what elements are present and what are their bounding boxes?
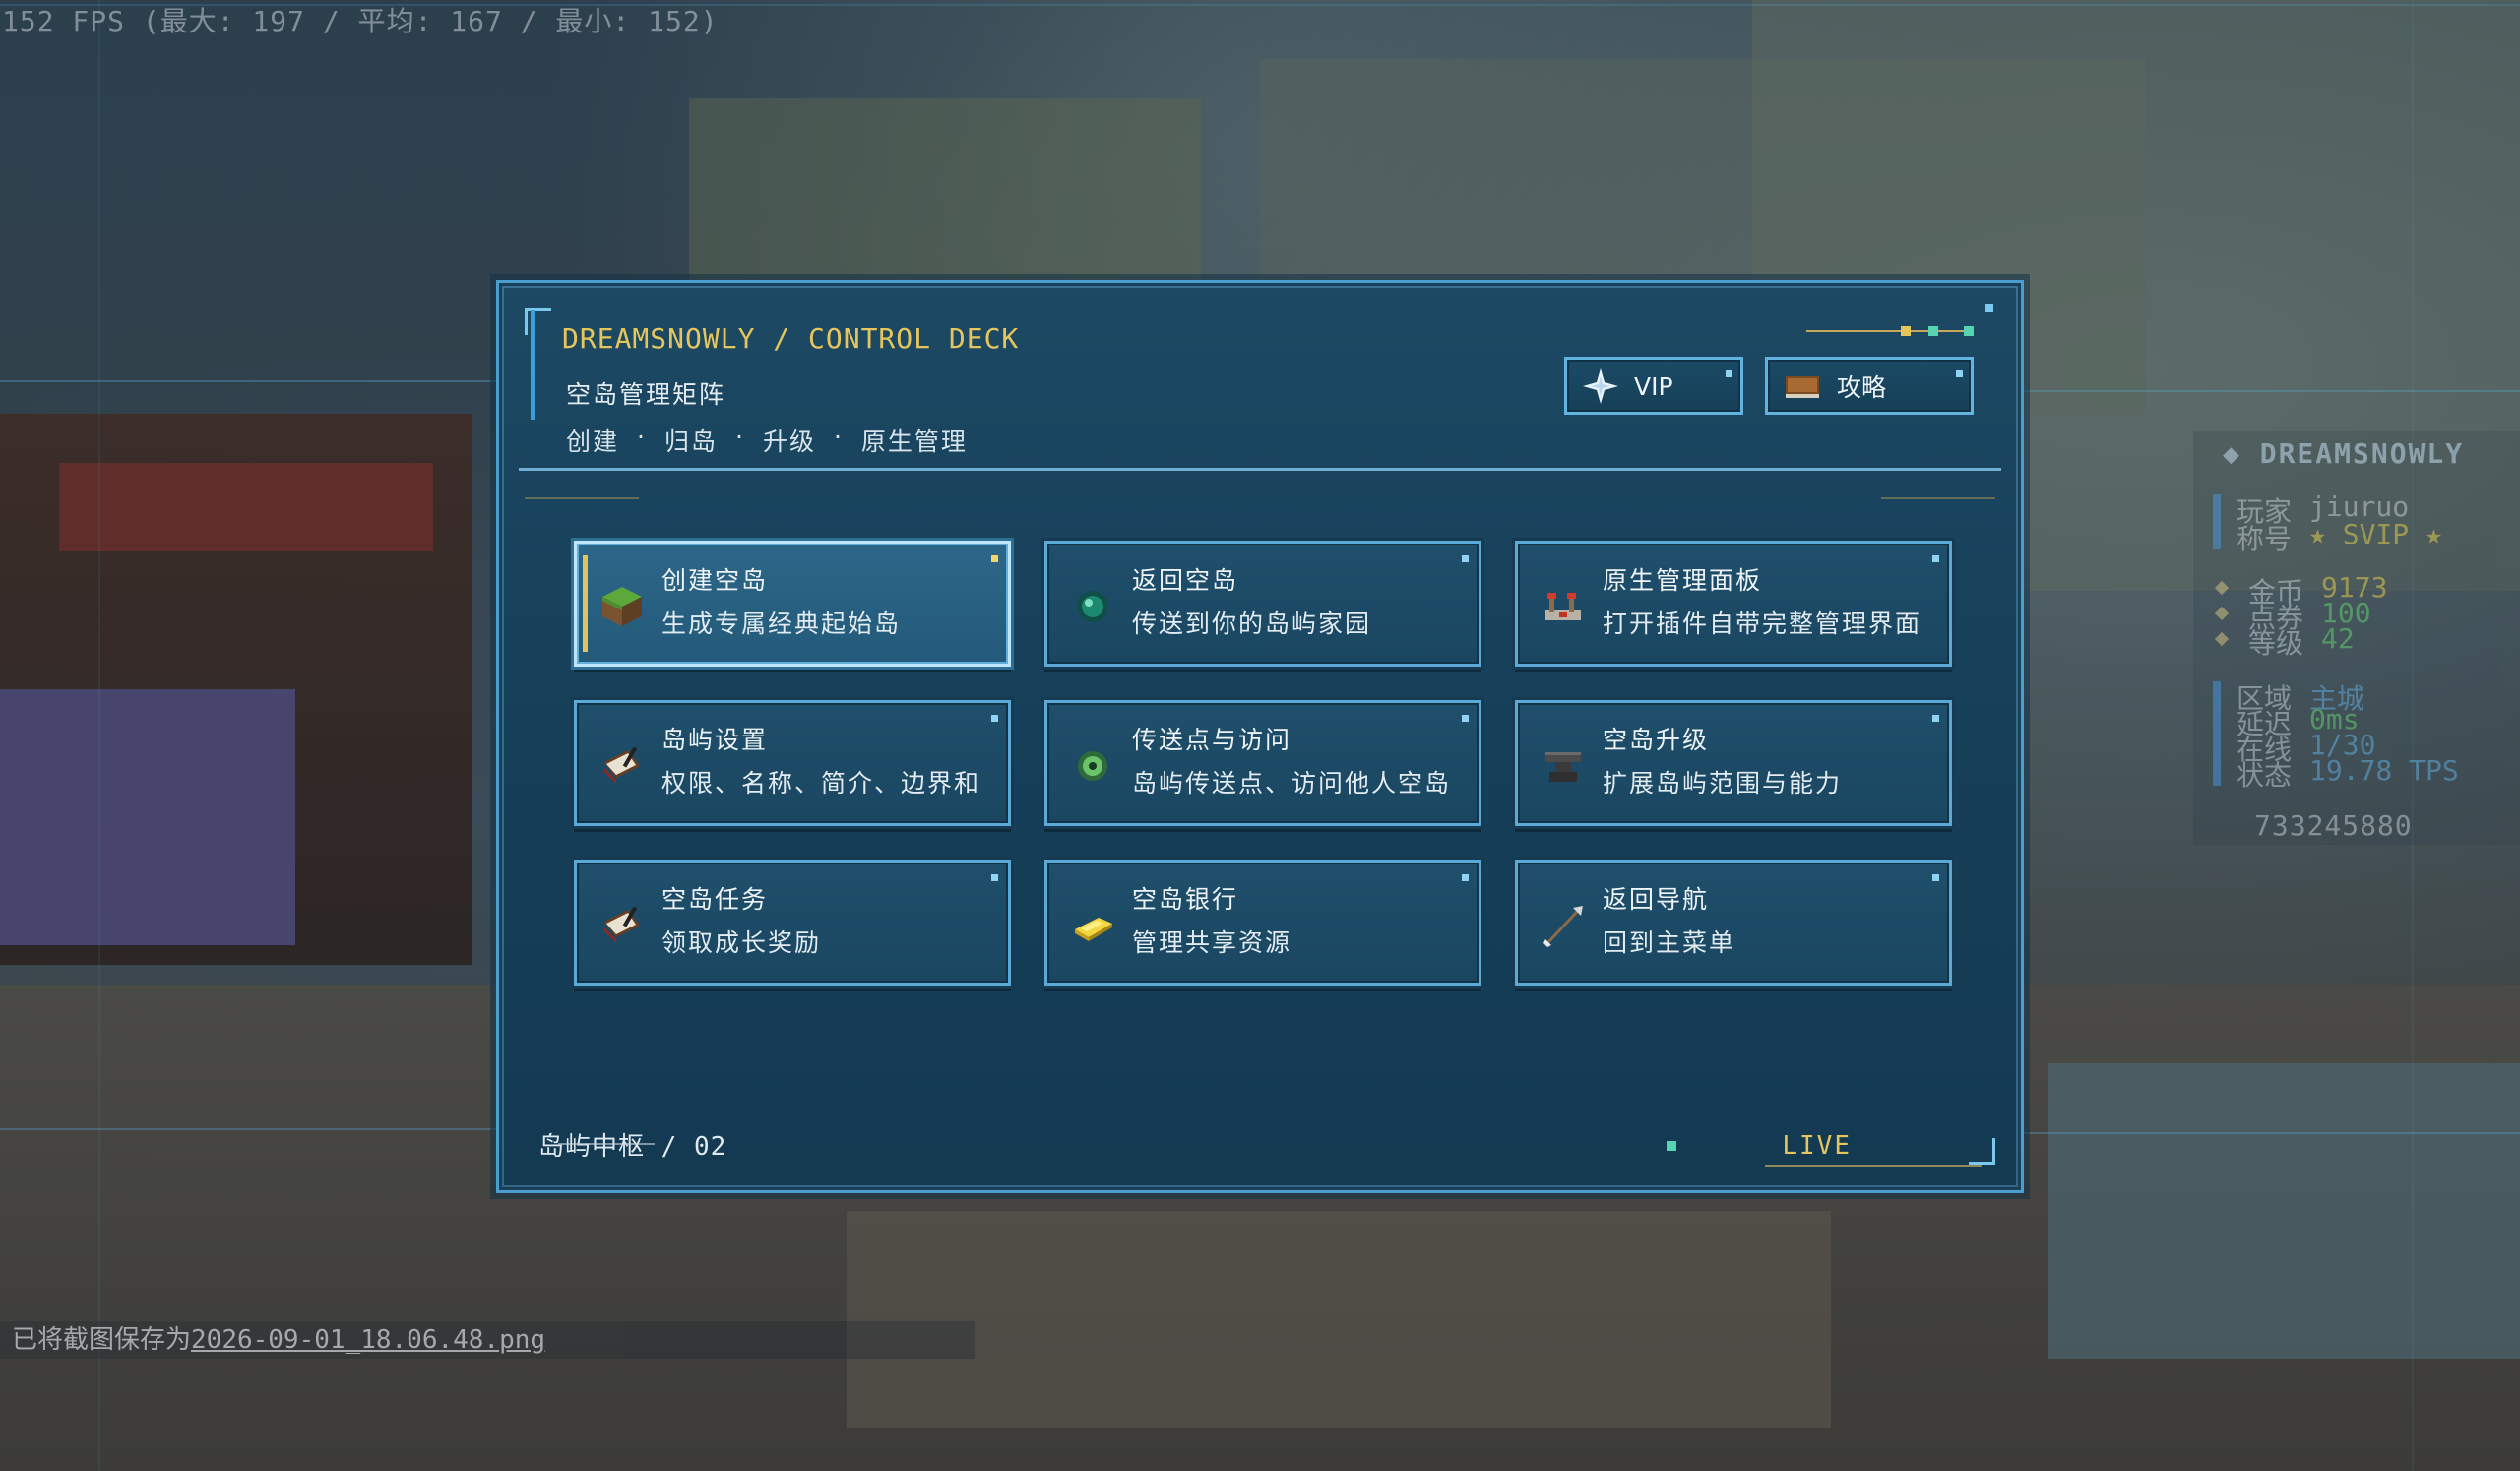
active-accent	[583, 555, 588, 652]
deco-square	[1985, 304, 1993, 312]
book-quill-icon	[604, 906, 640, 943]
live-deco-line	[1765, 1165, 1982, 1167]
screenshot-saved-message: 已将截图保存为2026-09-01_18.06.48.png	[0, 1321, 975, 1359]
card-title: 创建空岛	[662, 566, 769, 595]
guide-label: 攻略	[1837, 373, 1887, 402]
pip-indicator	[1462, 874, 1469, 881]
title-label: 称号	[2236, 523, 2293, 555]
card-island-settings[interactable]: 岛屿设置 权限、名称、简介、边界和	[574, 700, 1011, 826]
card-island-tasks[interactable]: 空岛任务 领取成长奖励	[574, 860, 1011, 986]
card-description: 领取成长奖励	[662, 928, 822, 957]
card-title: 返回空岛	[1132, 566, 1239, 595]
diamond-icon	[2214, 606, 2230, 621]
nether-star-icon	[1583, 368, 1618, 404]
anvil-icon	[1545, 752, 1581, 782]
title-value: ★ SVIP ★	[2309, 518, 2442, 550]
corner-decoration	[525, 308, 551, 335]
card-description: 打开插件自带完整管理界面	[1603, 609, 1922, 638]
vip-label: VIP	[1634, 371, 1673, 401]
deco-square	[1964, 326, 1974, 336]
book-icon	[1786, 376, 1819, 398]
pip-indicator	[1932, 874, 1939, 881]
corner-decoration	[1969, 1138, 1995, 1165]
panel-brand: DREAMSNOWLY / CONTROL DECK	[562, 322, 1020, 354]
crumb-create: 创建	[566, 427, 620, 456]
crumb-native: 原生管理	[860, 427, 968, 456]
book-quill-icon	[604, 746, 640, 784]
card-description: 岛屿传送点、访问他人空岛	[1132, 769, 1452, 798]
crumb-return: 归岛	[663, 427, 718, 456]
crumb-separator: ·	[637, 422, 647, 451]
saved-file-link[interactable]: 2026-09-01_18.06.48.png	[191, 1325, 545, 1355]
gold-ingot-icon	[1075, 918, 1112, 941]
bar-icon	[2213, 758, 2221, 786]
diamond-icon	[2214, 631, 2230, 647]
arrow-icon	[1544, 906, 1583, 947]
card-create-island[interactable]: 创建空岛 生成专属经典起始岛	[574, 541, 1011, 667]
crumb-separator: ·	[734, 422, 745, 451]
pip-indicator	[1932, 715, 1939, 722]
diamond-icon	[2214, 580, 2230, 596]
card-title: 传送点与访问	[1132, 726, 1292, 754]
pip-indicator	[991, 715, 998, 722]
card-native-panel[interactable]: 原生管理面板 打开插件自带完整管理界面	[1515, 541, 1952, 667]
bar-icon	[2213, 522, 2221, 549]
header-deco-line	[1806, 330, 1974, 332]
ender-eye-icon	[1078, 751, 1107, 781]
footer-deco-line	[558, 1143, 655, 1145]
redstone-comparator-icon	[1545, 593, 1581, 620]
card-island-bank[interactable]: 空岛银行 管理共享资源	[1044, 860, 1481, 986]
card-island-upgrade[interactable]: 空岛升级 扩展岛屿范围与能力	[1515, 700, 1952, 826]
level-value: 42	[2321, 622, 2355, 655]
vip-button[interactable]: VIP	[1564, 357, 1743, 415]
crumb-separator: ·	[833, 422, 844, 451]
card-description: 生成专属经典起始岛	[662, 609, 902, 638]
grass-block-icon	[602, 587, 642, 626]
scoreboard-title: ◆ DREAMSNOWLY	[2223, 437, 2465, 470]
deco-square	[1901, 326, 1911, 336]
card-description: 管理共享资源	[1132, 928, 1292, 957]
title-accent-bar	[531, 310, 536, 420]
scoreboard-sidebar: ◆ DREAMSNOWLY 玩家 jiuruo 称号 ★ SVIP ★ 金币 9173…	[2193, 431, 2520, 845]
card-title: 空岛任务	[662, 885, 769, 914]
card-title: 返回导航	[1603, 885, 1710, 914]
divider-accent	[525, 497, 639, 499]
card-description: 回到主菜单	[1603, 928, 1736, 957]
card-description: 传送到你的岛屿家园	[1132, 609, 1372, 638]
panel-subtitle: 空岛管理矩阵	[566, 380, 726, 409]
breadcrumb: 创建 · 归岛 · 升级 · 原生管理	[566, 422, 968, 458]
card-return-island[interactable]: 返回空岛 传送到你的岛屿家园	[1044, 541, 1481, 667]
pip-indicator	[1932, 555, 1939, 562]
pip-indicator	[1726, 370, 1732, 377]
card-description: 扩展岛屿范围与能力	[1603, 769, 1843, 798]
card-title: 空岛升级	[1603, 726, 1710, 754]
level-label: 等级	[2248, 627, 2304, 660]
live-indicator: LIVE	[1782, 1131, 1852, 1161]
pip-indicator	[1462, 715, 1469, 722]
card-title: 空岛银行	[1132, 885, 1239, 914]
ender-pearl-icon	[1077, 591, 1108, 622]
status-value: 19.78 TPS	[2309, 754, 2459, 787]
deco-square	[1928, 326, 1938, 336]
pip-indicator	[991, 555, 998, 562]
card-title: 原生管理面板	[1603, 566, 1763, 595]
pip-indicator	[991, 874, 998, 881]
card-description: 权限、名称、简介、边界和	[662, 769, 981, 798]
pip-indicator	[1462, 555, 1469, 562]
divider-accent	[1881, 497, 1995, 499]
card-return-nav[interactable]: 返回导航 回到主菜单	[1515, 860, 1952, 986]
status-label: 状态	[2236, 759, 2293, 792]
control-deck-panel: DREAMSNOWLY / CONTROL DECK 空岛管理矩阵 创建 · 归…	[496, 280, 2024, 1193]
server-id: 733245880	[2254, 809, 2413, 842]
live-status-dot	[1667, 1141, 1676, 1151]
header-divider	[519, 468, 2001, 471]
card-warps-visit[interactable]: 传送点与访问 岛屿传送点、访问他人空岛	[1044, 700, 1481, 826]
saved-prefix: 已将截图保存为	[12, 1325, 192, 1355]
guide-button[interactable]: 攻略	[1765, 357, 1974, 415]
card-title: 岛屿设置	[662, 726, 769, 754]
fps-counter: 152 FPS (最大: 197 / 平均: 167 / 最小: 152)	[2, 5, 719, 37]
pip-indicator	[1956, 370, 1963, 377]
crumb-upgrade: 升级	[762, 427, 816, 456]
